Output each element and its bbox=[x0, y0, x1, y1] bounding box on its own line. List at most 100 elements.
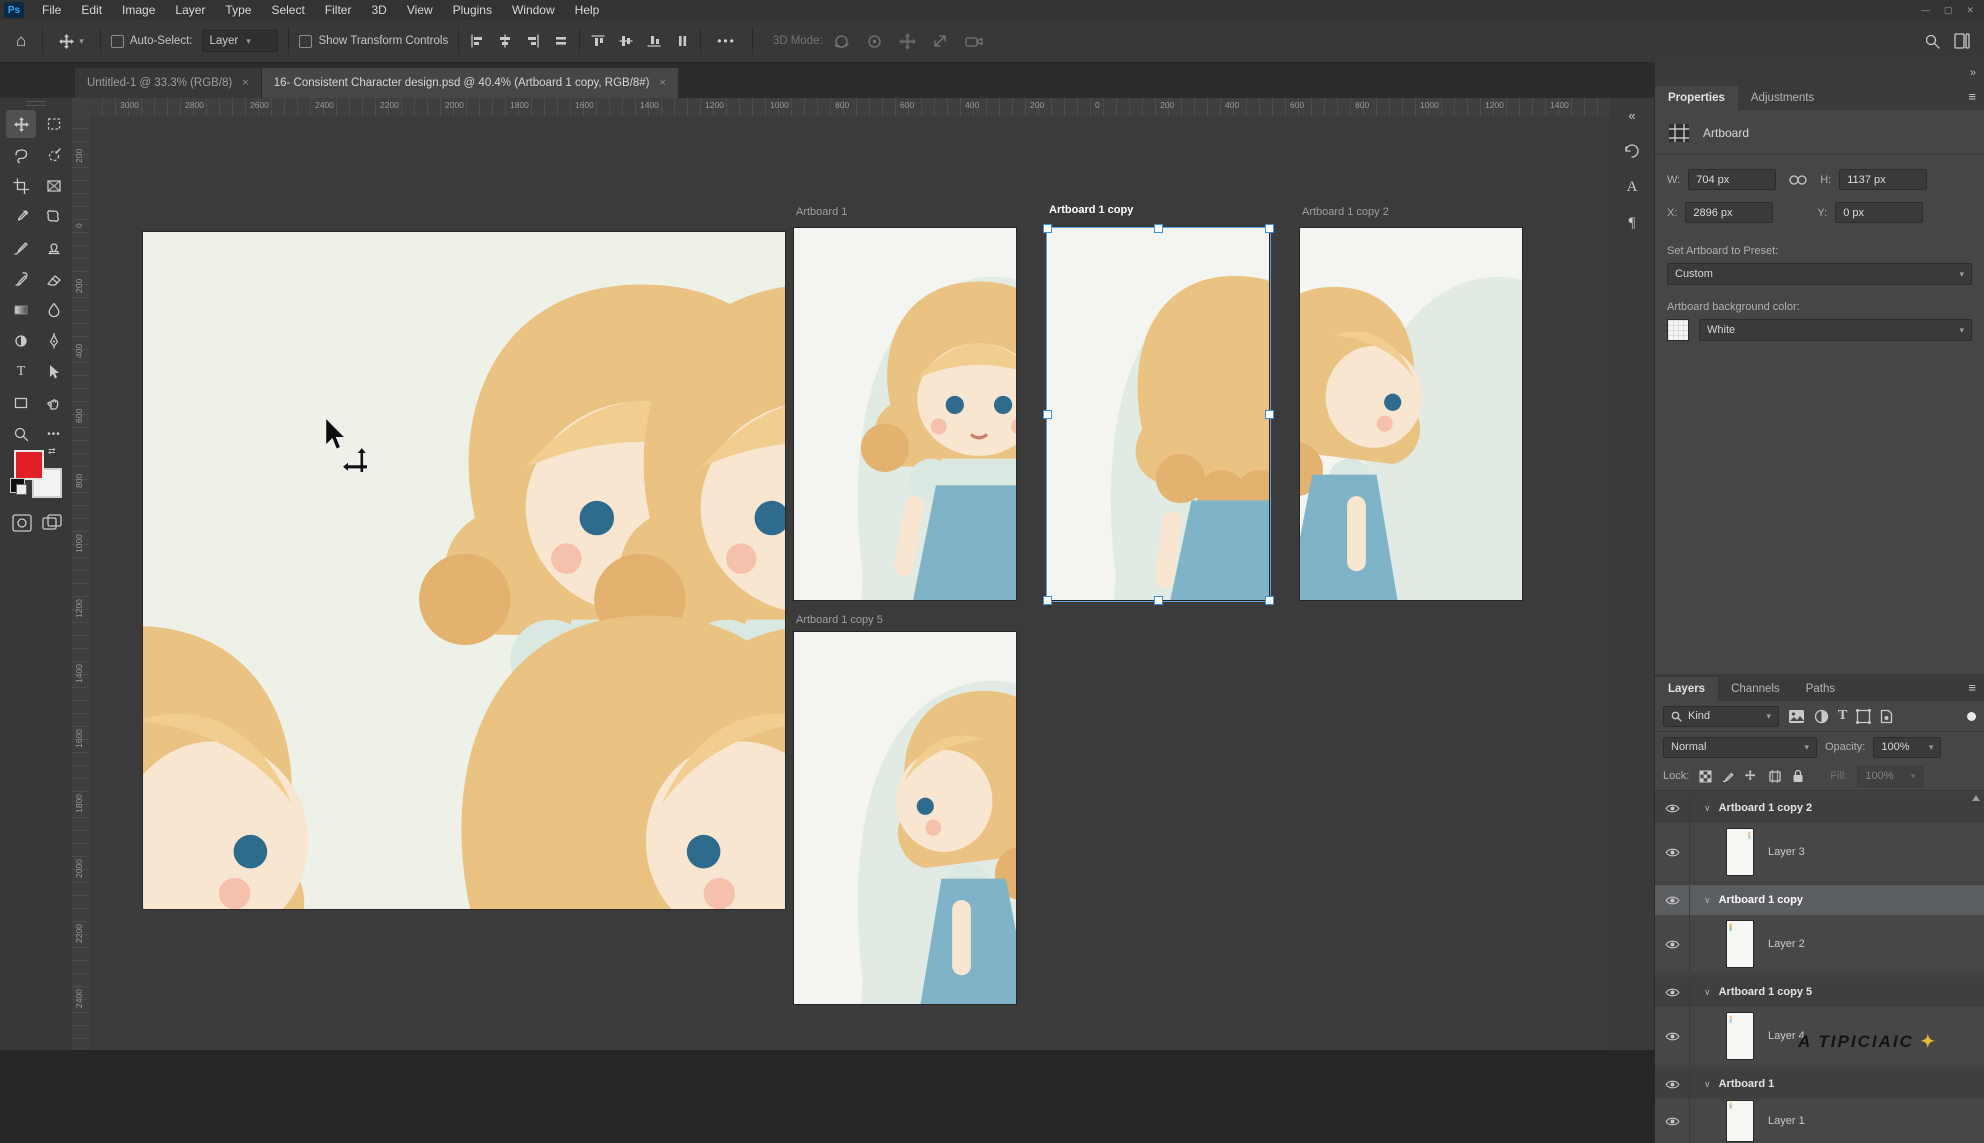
menu-plugins[interactable]: Plugins bbox=[443, 0, 502, 20]
character-panel-icon[interactable]: A bbox=[1617, 174, 1647, 200]
tab-properties[interactable]: Properties bbox=[1655, 86, 1738, 110]
checkbox-icon[interactable] bbox=[299, 35, 312, 48]
document-tab-untitled[interactable]: Untitled-1 @ 33.3% (RGB/8) × bbox=[75, 68, 262, 98]
y-field[interactable]: 0 px bbox=[1835, 202, 1923, 223]
more-align-options-button[interactable]: ••• bbox=[711, 26, 742, 56]
selection-handle-e[interactable] bbox=[1265, 410, 1274, 419]
distribute-bottom-edges-icon[interactable] bbox=[646, 33, 662, 49]
home-button[interactable]: ⌂ bbox=[10, 26, 32, 56]
selection-handle-se[interactable] bbox=[1265, 596, 1274, 605]
auto-select-checkbox[interactable]: Auto-Select: bbox=[111, 35, 193, 48]
align-center-icon[interactable] bbox=[553, 33, 569, 49]
hand-tool[interactable] bbox=[39, 389, 69, 417]
auto-select-target-dropdown[interactable]: Layer▾ bbox=[202, 30, 278, 52]
maximize-icon[interactable]: ▢ bbox=[1944, 5, 1953, 16]
artboard-1-copy-5[interactable] bbox=[794, 632, 1016, 1004]
pen-tool[interactable] bbox=[39, 327, 69, 355]
3d-orbit-icon[interactable] bbox=[833, 33, 850, 50]
artboard-bg-swatch[interactable] bbox=[1667, 319, 1689, 341]
document-tab-character-design[interactable]: 16- Consistent Character design.psd @ 40… bbox=[262, 68, 678, 98]
selection-handle-ne[interactable] bbox=[1265, 224, 1274, 233]
type-tool[interactable]: T bbox=[6, 358, 36, 386]
toolbar-grip[interactable] bbox=[26, 101, 46, 106]
chevron-down-icon[interactable]: ∨ bbox=[1704, 803, 1711, 814]
chevron-down-icon[interactable]: ∨ bbox=[1704, 1079, 1711, 1090]
character-sheet-image[interactable] bbox=[143, 232, 785, 909]
tab-close-icon[interactable]: × bbox=[242, 77, 248, 89]
minimize-icon[interactable]: — bbox=[1921, 5, 1930, 16]
fill-dropdown[interactable]: 100%▾ bbox=[1857, 766, 1923, 787]
visibility-eye-icon[interactable] bbox=[1665, 939, 1680, 950]
artboard-1[interactable] bbox=[794, 228, 1016, 600]
rectangle-tool[interactable] bbox=[6, 389, 36, 417]
menu-window[interactable]: Window bbox=[502, 0, 565, 20]
blur-tool[interactable] bbox=[39, 296, 69, 324]
dodge-tool[interactable] bbox=[6, 327, 36, 355]
menu-help[interactable]: Help bbox=[565, 0, 610, 20]
menu-view[interactable]: View bbox=[397, 0, 443, 20]
marquee-tool[interactable] bbox=[39, 110, 69, 138]
artboard-label-1-copy[interactable]: Artboard 1 copy bbox=[1049, 204, 1133, 216]
link-dimensions-icon[interactable] bbox=[1788, 173, 1808, 187]
tab-layers[interactable]: Layers bbox=[1655, 677, 1718, 701]
ruler-origin-corner[interactable] bbox=[72, 98, 91, 117]
tab-channels[interactable]: Channels bbox=[1718, 677, 1793, 701]
chevron-down-icon[interactable]: ∨ bbox=[1704, 895, 1711, 906]
panel-menu-icon[interactable]: ≡ bbox=[1968, 680, 1976, 695]
expand-panels-icon[interactable]: « bbox=[1617, 102, 1647, 128]
tab-paths[interactable]: Paths bbox=[1793, 677, 1848, 701]
frame-tool[interactable] bbox=[39, 172, 69, 200]
layer-thumbnail[interactable] bbox=[1726, 920, 1754, 968]
smart-object-filter-icon[interactable] bbox=[1880, 709, 1893, 724]
visibility-eye-icon[interactable] bbox=[1665, 1079, 1680, 1090]
visibility-eye-icon[interactable] bbox=[1665, 1031, 1680, 1042]
visibility-eye-icon[interactable] bbox=[1665, 847, 1680, 858]
3d-roll-icon[interactable] bbox=[866, 33, 883, 50]
quick-mask-button[interactable] bbox=[12, 514, 32, 532]
gradient-tool[interactable] bbox=[6, 296, 36, 324]
menu-edit[interactable]: Edit bbox=[71, 0, 112, 20]
adjustment-layer-filter-icon[interactable] bbox=[1814, 709, 1829, 724]
move-tool[interactable] bbox=[6, 110, 36, 138]
align-right-edges-icon[interactable] bbox=[525, 33, 541, 49]
lock-position-icon[interactable] bbox=[1745, 770, 1758, 783]
lock-pixels-icon[interactable] bbox=[1722, 770, 1735, 783]
shape-layer-filter-icon[interactable] bbox=[1856, 709, 1871, 724]
tab-close-icon[interactable]: × bbox=[660, 77, 666, 89]
menu-filter[interactable]: Filter bbox=[315, 0, 362, 20]
panel-menu-icon[interactable]: ≡ bbox=[1968, 89, 1976, 104]
tab-adjustments[interactable]: Adjustments bbox=[1738, 86, 1827, 110]
workspace-switcher-icon[interactable] bbox=[1954, 33, 1970, 49]
blend-mode-dropdown[interactable]: Normal▾ bbox=[1663, 737, 1817, 758]
history-brush-tool[interactable] bbox=[6, 265, 36, 293]
layer-row[interactable]: Layer 2 bbox=[1655, 915, 1984, 973]
type-layer-filter-icon[interactable]: T bbox=[1838, 708, 1847, 724]
selection-handle-n[interactable] bbox=[1154, 224, 1163, 233]
distribute-horizontal-icon[interactable] bbox=[674, 33, 690, 49]
visibility-eye-icon[interactable] bbox=[1665, 895, 1680, 906]
lock-all-icon[interactable] bbox=[1792, 769, 1804, 783]
artboard-bg-dropdown[interactable]: White▾ bbox=[1699, 319, 1972, 341]
layer-thumbnail[interactable] bbox=[1726, 1100, 1754, 1142]
layer-group-row[interactable]: ∨ Artboard 1 copy 2 bbox=[1655, 793, 1984, 823]
menu-layer[interactable]: Layer bbox=[165, 0, 215, 20]
distribute-vertical-centers-icon[interactable] bbox=[618, 33, 634, 49]
layer-group-row[interactable]: ∨ Artboard 1 bbox=[1655, 1069, 1984, 1099]
visibility-eye-icon[interactable] bbox=[1665, 1116, 1680, 1127]
vertical-ruler[interactable]: 2000200400600800100012001400160018002000… bbox=[72, 116, 91, 1050]
layer-filter-toggle[interactable] bbox=[1967, 712, 1976, 721]
checkbox-icon[interactable] bbox=[111, 35, 124, 48]
eraser-tool[interactable] bbox=[39, 265, 69, 293]
opacity-dropdown[interactable]: 100%▾ bbox=[1873, 737, 1941, 758]
horizontal-ruler[interactable]: 3000280026002400220020001800160014001200… bbox=[90, 98, 1610, 117]
artboard-1-copy[interactable] bbox=[1047, 228, 1269, 600]
align-left-edges-icon[interactable] bbox=[469, 33, 485, 49]
clone-stamp-tool[interactable] bbox=[39, 234, 69, 262]
zoom-tool[interactable] bbox=[6, 420, 36, 448]
artboard-label-1[interactable]: Artboard 1 bbox=[796, 206, 847, 218]
artboard-preset-dropdown[interactable]: Custom▾ bbox=[1667, 263, 1972, 285]
brush-tool[interactable] bbox=[6, 234, 36, 262]
menu-image[interactable]: Image bbox=[112, 0, 165, 20]
foreground-color-swatch[interactable] bbox=[14, 450, 44, 480]
selection-handle-w[interactable] bbox=[1043, 410, 1052, 419]
